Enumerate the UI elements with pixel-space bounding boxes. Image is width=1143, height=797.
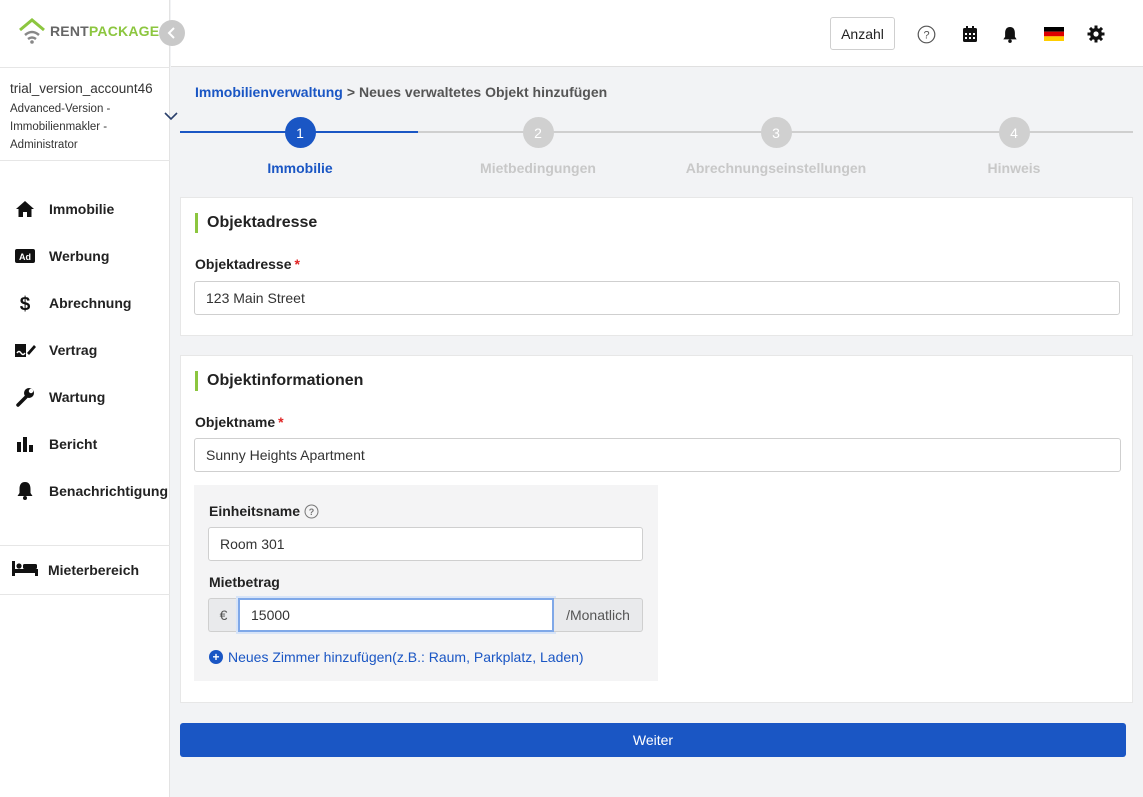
step-1[interactable]: 1 Immobilie	[180, 117, 420, 176]
progress-stepper: 1 Immobilie 2 Mietbedingungen 3 Abrechnu…	[180, 114, 1133, 184]
rent-amount-group: € /Monatlich	[208, 598, 643, 632]
calendar-icon[interactable]	[960, 24, 980, 44]
add-room-label: Neues Zimmer hinzufügen(z.B.: Raum, Park…	[228, 649, 584, 665]
sidebar-item-wartung[interactable]: Wartung	[0, 373, 170, 420]
home-icon	[14, 198, 36, 220]
bell-icon	[14, 480, 36, 502]
step-3[interactable]: 3 Abrechnungseinstellungen	[656, 117, 896, 176]
breadcrumb: Immobilienverwaltung > Neues verwaltetes O…	[195, 84, 607, 100]
sidebar-item-label: Abrechnung	[49, 294, 132, 311]
account-role: Advanced-Version - Immobilienmakler - Ad…	[10, 103, 111, 151]
sidebar-item-benachrichtigung[interactable]: Benachrichtigung	[0, 467, 170, 514]
sidebar-item-label: Immobilie	[49, 200, 115, 217]
step-2[interactable]: 2 Mietbedingungen	[418, 117, 658, 176]
svg-text:?: ?	[309, 507, 315, 517]
sidebar-item-mieterbereich[interactable]: Mieterbereich	[0, 545, 170, 595]
svg-text:Ad: Ad	[19, 252, 31, 262]
logo-icon	[19, 18, 45, 44]
info-card-title: Objektinformationen	[195, 371, 363, 391]
gear-icon[interactable]	[1086, 24, 1106, 44]
add-room-link[interactable]: + Neues Zimmer hinzufügen(z.B.: Raum, Pa…	[209, 649, 584, 665]
step-number: 4	[998, 117, 1030, 148]
step-number: 1	[284, 117, 316, 148]
step-label: Abrechnungseinstellungen	[685, 160, 867, 176]
breadcrumb-separator: >	[346, 84, 355, 100]
account-panel[interactable]: trial_version_account46 Advanced-Version…	[0, 67, 178, 161]
step-number: 3	[760, 117, 792, 148]
rent-amount-input[interactable]	[238, 598, 554, 632]
sidebar-item-label: Wartung	[49, 388, 106, 405]
help-icon[interactable]: ?	[304, 504, 319, 519]
address-label: Objektadresse *	[195, 256, 300, 272]
unit-section: Einheitsname ? Mietbetrag € /Monatlich +…	[194, 485, 658, 681]
svg-text:?: ?	[923, 29, 929, 41]
sidebar-item-vertrag[interactable]: Vertrag	[0, 326, 170, 373]
currency-addon: €	[208, 598, 238, 632]
step-label: Hinweis	[987, 160, 1041, 176]
unit-name-input[interactable]	[208, 527, 643, 561]
bed-icon	[12, 560, 38, 581]
logo-text: RENTPACKAGE	[50, 23, 160, 39]
sidebar-item-label: Vertrag	[49, 341, 98, 358]
plus-circle-icon: +	[209, 650, 223, 664]
top-bar: Anzahl ?	[171, 0, 1143, 67]
required-mark: *	[278, 414, 284, 430]
count-button[interactable]: Anzahl	[830, 17, 895, 50]
sidebar: RENTPACKAGE trial_version_account46 Adva…	[0, 0, 178, 797]
contract-icon	[14, 339, 36, 361]
object-name-input[interactable]	[194, 438, 1121, 472]
next-button[interactable]: Weiter	[180, 723, 1126, 757]
rent-amount-label: Mietbetrag	[209, 574, 280, 590]
wrench-icon	[14, 386, 36, 408]
sidebar-item-label: Benachrichtigung	[49, 482, 169, 499]
sidebar-item-label: Werbung	[49, 247, 110, 264]
sidebar-item-bericht[interactable]: Bericht	[0, 420, 170, 467]
address-input[interactable]	[194, 281, 1120, 315]
required-mark: *	[294, 256, 300, 272]
step-label: Mietbedingungen	[480, 160, 596, 176]
info-card: Objektinformationen Objektname* Einheits…	[180, 355, 1133, 703]
chevron-down-icon[interactable]	[164, 108, 178, 126]
help-icon[interactable]: ?	[916, 24, 936, 44]
step-number: 2	[522, 117, 554, 148]
german-flag-icon[interactable]	[1043, 24, 1065, 44]
app-logo[interactable]: RENTPACKAGE	[18, 18, 159, 44]
bar-chart-icon	[14, 433, 36, 455]
sidebar-item-werbung[interactable]: Ad Werbung	[0, 232, 170, 279]
chevron-left-icon	[167, 27, 175, 39]
period-addon: /Monatlich	[554, 598, 643, 632]
collapse-sidebar-button[interactable]	[159, 20, 185, 46]
account-name: trial_version_account46	[10, 81, 153, 96]
sidebar-item-immobilie[interactable]: Immobilie	[0, 185, 170, 232]
svg-text:$: $	[20, 294, 31, 313]
address-card-title: Objektadresse	[195, 213, 317, 233]
dollar-icon: $	[14, 292, 36, 314]
unit-name-label: Einheitsname ?	[209, 503, 319, 519]
breadcrumb-current: Neues verwaltetes Objekt hinzufügen	[359, 84, 608, 100]
step-4[interactable]: 4 Hinweis	[894, 117, 1134, 176]
sidebar-item-label: Mieterbereich	[48, 562, 140, 578]
breadcrumb-link[interactable]: Immobilienverwaltung	[195, 84, 343, 100]
ad-icon: Ad	[14, 245, 36, 267]
step-label: Immobilie	[267, 160, 333, 176]
sidebar-menu: Immobilie Ad Werbung $ Abrechnung Vertra…	[0, 185, 170, 514]
sidebar-item-label: Bericht	[49, 435, 98, 452]
bell-icon[interactable]	[1000, 24, 1020, 44]
object-name-label: Objektname *	[195, 414, 284, 430]
sidebar-item-abrechnung[interactable]: $ Abrechnung	[0, 279, 170, 326]
address-card: Objektadresse Objektadresse *	[180, 197, 1133, 336]
